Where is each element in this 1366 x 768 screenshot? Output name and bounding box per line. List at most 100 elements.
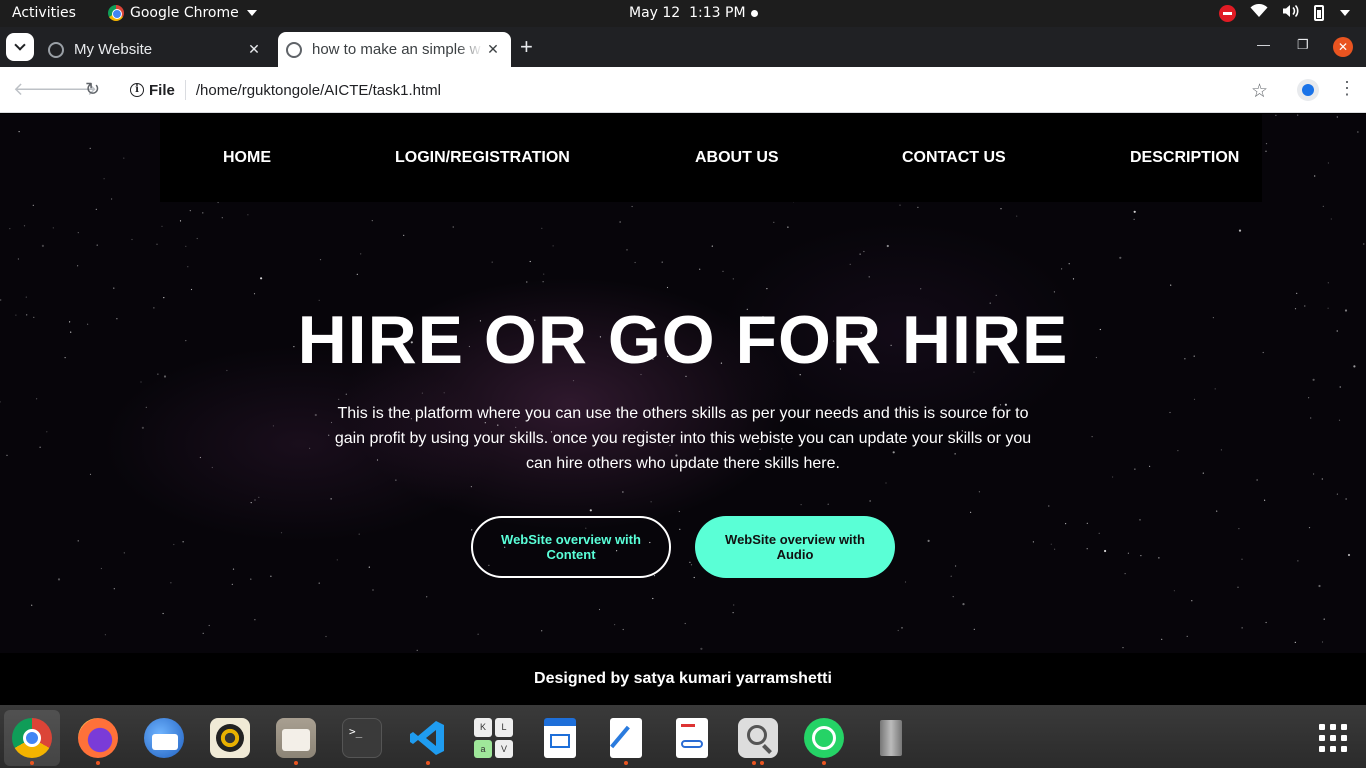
keyboard-icon: K L a V [474,718,514,758]
dock-vscode[interactable] [400,710,456,766]
star [123,552,125,554]
window-close-button[interactable]: ✕ [1333,37,1353,57]
star [1122,647,1124,649]
close-icon[interactable]: ✕ [244,41,264,58]
star [869,500,871,502]
tab-my-website[interactable]: My Website ✕ [40,32,272,67]
star [619,221,621,223]
star [179,220,182,222]
dock-firefox[interactable] [70,710,126,766]
star [689,561,691,563]
star [254,499,256,501]
dock-text-editor[interactable] [598,710,654,766]
dock-trash[interactable] [862,710,918,766]
more-menu-icon[interactable]: ⋮ [1338,78,1356,99]
star [863,250,865,253]
tab-title: how to make an simple w [312,41,481,58]
dock-thunderbird[interactable] [136,710,192,766]
dock-files[interactable] [268,710,324,766]
star [360,253,362,255]
star [543,273,545,275]
star [1127,552,1129,554]
star [1098,532,1100,534]
star [199,456,201,459]
terminal-icon: >_ [342,718,382,758]
star [622,628,624,631]
dock-rhythmbox[interactable] [202,710,258,766]
star [899,204,901,206]
activities-button[interactable]: Activities [12,5,76,21]
new-tab-button[interactable]: + [520,36,533,58]
star [1327,282,1329,284]
star [131,238,133,241]
profile-avatar-button[interactable] [1297,79,1319,101]
dock-keyboard[interactable]: K L a V [466,710,522,766]
star [787,226,789,228]
url-text[interactable]: /home/rguktongole/AICTE/task1.html [196,82,441,99]
star [589,509,592,512]
star [1072,278,1075,280]
overview-content-button[interactable]: WebSite overview with Content [471,516,671,578]
bookmark-star-icon[interactable]: ☆ [1251,80,1268,103]
star [1322,205,1324,207]
star [766,288,768,290]
star [1336,493,1338,495]
star [231,583,233,585]
star [542,281,544,283]
address-bar[interactable]: i File /home/rguktongole/AICTE/task1.htm… [120,73,1280,107]
nav-login-registration[interactable]: LOGIN/REGISTRATION [395,149,570,167]
overview-audio-button[interactable]: WebSite overview with Audio [695,516,895,578]
close-icon[interactable]: ✕ [483,41,503,58]
star [1032,541,1034,543]
star [1347,553,1351,557]
star [699,268,701,270]
nav-description[interactable]: DESCRIPTION [1130,149,1239,167]
globe-icon [286,41,302,58]
dock-terminal[interactable]: >_ [334,710,390,766]
nav-home[interactable]: HOME [223,149,271,167]
clock[interactable]: May 12 1:13 PM [629,5,746,21]
star [254,619,256,621]
clock-date: May 12 [629,5,681,21]
restore-button[interactable]: ❐ [1297,37,1309,53]
dock-image-viewer[interactable] [730,710,786,766]
dock-chrome[interactable] [4,710,60,766]
dock-show-apps[interactable] [1305,710,1361,766]
rhythmbox-icon [210,718,250,758]
system-tray[interactable] [1219,3,1350,22]
wifi-icon [1250,3,1268,22]
star [1086,522,1088,524]
person-icon [1302,84,1314,96]
star [356,273,358,275]
app-menu[interactable]: Google Chrome [108,5,257,21]
trash-icon [870,718,910,758]
star [182,541,184,543]
star [25,296,27,298]
star [258,496,260,498]
star [1133,210,1136,213]
star [77,540,79,542]
star [77,232,79,234]
minimize-button[interactable]: — [1257,37,1270,52]
star [1186,635,1188,638]
reload-button[interactable]: ↻ [85,79,100,100]
dock-document-viewer[interactable] [664,710,720,766]
star [162,612,164,615]
chrome-app-icon [108,5,124,21]
star [950,575,952,577]
dock-whatsapp[interactable] [796,710,852,766]
dock-impress[interactable] [532,710,588,766]
nav-about-us[interactable]: ABOUT US [695,149,779,167]
tab-how-to-make[interactable]: how to make an simple w ✕ [278,32,511,67]
info-icon[interactable]: i [130,83,144,97]
star [711,245,713,247]
star [173,543,175,546]
star [1220,449,1222,451]
firefox-icon [78,718,118,758]
tab-search-button[interactable] [6,33,34,61]
star [185,245,187,247]
star [247,214,249,216]
star [973,628,975,631]
nav-contact-us[interactable]: CONTACT US [902,149,1006,167]
star [849,263,851,265]
